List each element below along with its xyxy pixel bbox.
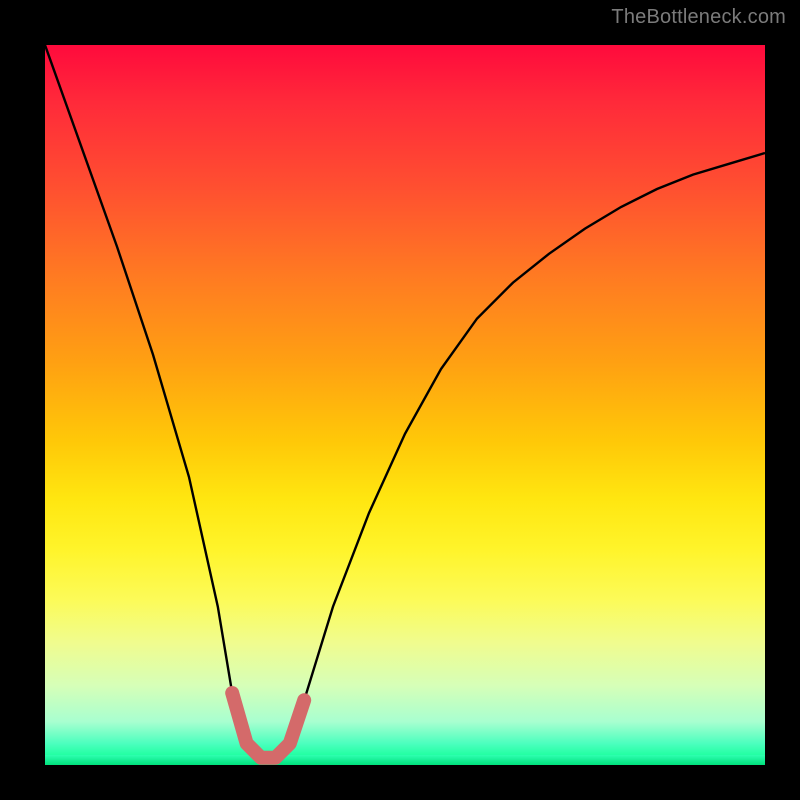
plot-area — [45, 45, 765, 765]
minimum-marker-path — [232, 693, 304, 758]
watermark-text: TheBottleneck.com — [611, 6, 786, 29]
chart-frame: TheBottleneck.com — [0, 0, 800, 800]
bottleneck-curve — [45, 45, 765, 758]
curve-layer — [45, 45, 765, 765]
minimum-marker — [232, 693, 304, 758]
curve-path — [45, 45, 765, 758]
